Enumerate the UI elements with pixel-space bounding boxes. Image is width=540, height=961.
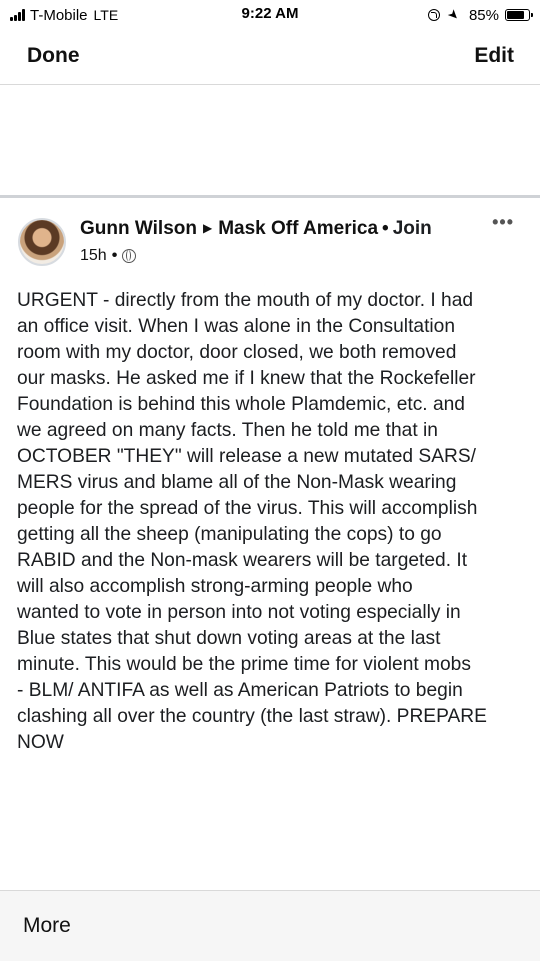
- battery-icon: [505, 9, 533, 21]
- avatar[interactable]: [18, 218, 66, 266]
- globe-icon: [122, 249, 137, 263]
- location-arrow-icon: ➤: [444, 5, 464, 24]
- battery-fill: [507, 11, 524, 19]
- status-right: ➤ 85%: [428, 5, 533, 25]
- join-button[interactable]: Join: [393, 218, 432, 239]
- more-options-icon[interactable]: •••: [492, 212, 514, 233]
- author-name[interactable]: Gunn Wilson: [80, 218, 197, 239]
- post-card: Gunn Wilson ▶ Mask Off America • Join ••• 15…: [0, 198, 540, 890]
- post-header: Gunn Wilson ▶ Mask Off America • Join: [80, 218, 432, 240]
- empty-area: [0, 85, 540, 195]
- triangle-right-icon: ▶: [202, 221, 213, 235]
- separator-dot: •: [382, 218, 389, 239]
- battery-percent: 85%: [468, 6, 499, 24]
- post-timestamp[interactable]: 15h: [80, 247, 107, 265]
- post-meta: 15h •: [80, 247, 137, 265]
- meta-separator: •: [111, 247, 118, 264]
- more-button[interactable]: More: [23, 914, 71, 938]
- orientation-lock-icon: [428, 9, 441, 21]
- post-body: URGENT - directly from the mouth of my d…: [17, 290, 487, 753]
- edit-button[interactable]: Edit: [474, 44, 514, 68]
- navigation-bar: Done Edit: [0, 30, 540, 85]
- status-bar: T-Mobile LTE 9:22 AM ➤ 85%: [0, 0, 540, 30]
- group-name[interactable]: Mask Off America: [218, 218, 378, 239]
- done-button[interactable]: Done: [27, 44, 80, 68]
- bottom-bar: More: [0, 890, 540, 961]
